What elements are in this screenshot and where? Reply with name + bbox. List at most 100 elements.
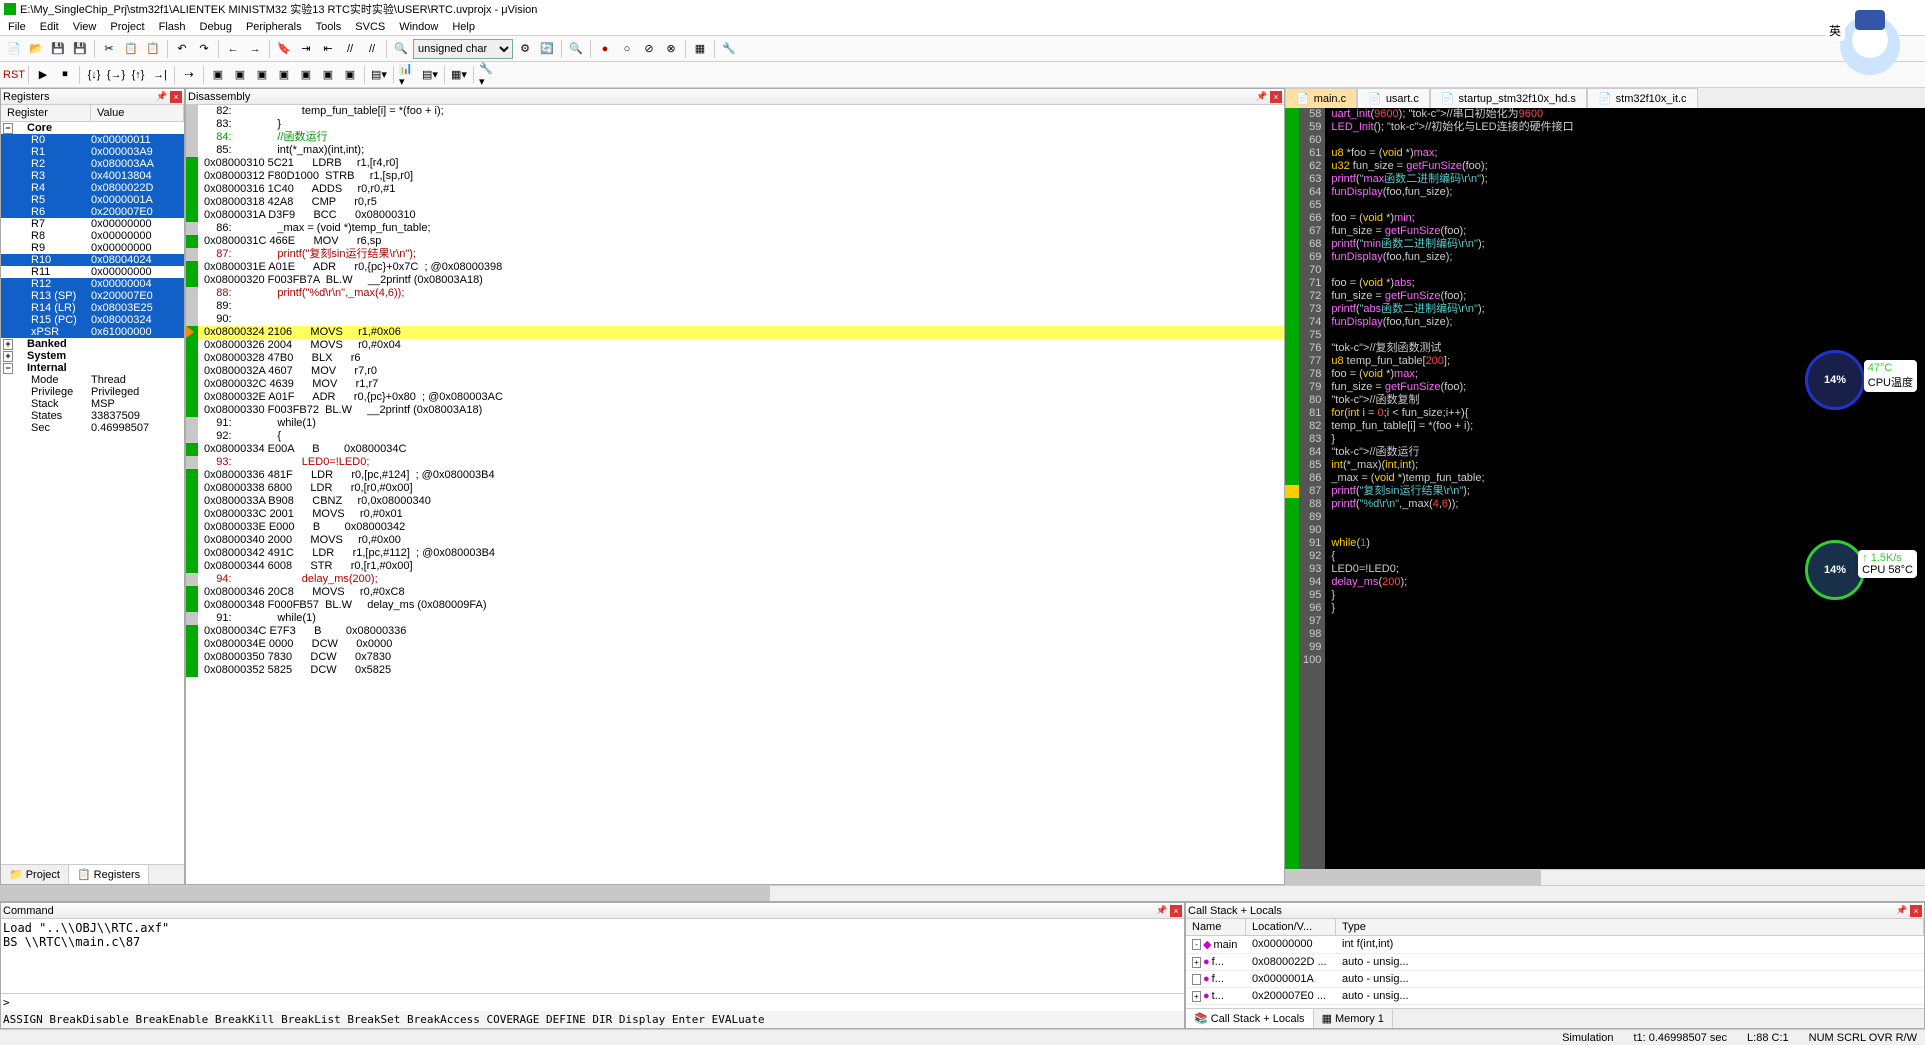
register-row[interactable]: R110x00000000: [1, 266, 184, 278]
run-to-cursor-icon[interactable]: →|: [150, 65, 170, 85]
callstack-body[interactable]: -◆main0x00000000int f(int,int)+●f...0x08…: [1186, 936, 1924, 1008]
save-icon[interactable]: 💾: [48, 39, 68, 59]
nav-back-icon[interactable]: ←: [223, 39, 243, 59]
copy-icon[interactable]: 📋: [121, 39, 141, 59]
source-tab[interactable]: 📄stm32f10x_it.c: [1587, 88, 1698, 108]
disasm-line[interactable]: 87: printf("复刻sin运行结果\r\n");: [186, 248, 1284, 261]
disasm-line[interactable]: 0x08000342 491C LDR r1,[pc,#112] ; @0x08…: [186, 547, 1284, 560]
close-icon[interactable]: ×: [1910, 905, 1922, 917]
disasm-line[interactable]: 0x08000316 1C40 ADDS r0,r0,#1: [186, 183, 1284, 196]
disassembly-body[interactable]: 82: temp_fun_table[i] = *(foo + i); 83: …: [186, 105, 1284, 884]
disasm-line[interactable]: 89:: [186, 300, 1284, 313]
register-row[interactable]: R13 (SP)0x200007E0: [1, 290, 184, 302]
disasm-line[interactable]: 94: delay_ms(200);: [186, 573, 1284, 586]
menu-tools[interactable]: Tools: [316, 21, 342, 33]
project-tab[interactable]: 📁Project: [1, 865, 69, 884]
analysis-win-icon[interactable]: 📊▾: [398, 65, 418, 85]
register-row[interactable]: R80x00000000: [1, 230, 184, 242]
source-tab[interactable]: 📄main.c: [1285, 88, 1357, 108]
h-scrollbar[interactable]: [0, 885, 1925, 901]
locals-row[interactable]: +●f...0x0800022D ...auto - unsig...: [1186, 954, 1924, 971]
menu-flash[interactable]: Flash: [159, 21, 186, 33]
registers-tree[interactable]: −CoreR00x00000011R10x000003A9R20x080003A…: [1, 122, 184, 864]
disasm-line[interactable]: 88: printf("%d\r\n",_max(4,6));: [186, 287, 1284, 300]
open-file-icon[interactable]: 📂: [26, 39, 46, 59]
undo-icon[interactable]: ↶: [172, 39, 192, 59]
breakpoint-toggle-icon[interactable]: ●: [595, 39, 615, 59]
command-input[interactable]: >: [1, 993, 1184, 1011]
bookmark-icon[interactable]: 🔖: [274, 39, 294, 59]
locals-row[interactable]: +●t...0x200007E0 ...auto - unsig...: [1186, 988, 1924, 1005]
register-row[interactable]: xPSR0x61000000: [1, 326, 184, 338]
menu-window[interactable]: Window: [399, 21, 438, 33]
pin-icon[interactable]: 📌: [1896, 905, 1908, 917]
disasm-line[interactable]: 92: {: [186, 430, 1284, 443]
disasm-line[interactable]: 86: _max = (void *)temp_fun_table;: [186, 222, 1284, 235]
disasm-line[interactable]: 0x08000344 6008 STR r0,[r1,#0x00]: [186, 560, 1284, 573]
disasm-line[interactable]: 0x0800031C 466E MOV r6,sp: [186, 235, 1284, 248]
register-row[interactable]: R100x08004024: [1, 254, 184, 266]
register-row[interactable]: R20x080003AA: [1, 158, 184, 170]
disasm-line[interactable]: 0x08000312 F80D1000 STRB r1,[sp,r0]: [186, 170, 1284, 183]
system-view-icon[interactable]: ▦▾: [449, 65, 469, 85]
register-group[interactable]: +System: [1, 350, 184, 362]
disasm-line[interactable]: 0x0800031A D3F9 BCC 0x08000310: [186, 209, 1284, 222]
disasm-line[interactable]: 0x08000320 F003FB7A BL.W __2printf (0x08…: [186, 274, 1284, 287]
locals-row[interactable]: -◆main0x00000000int f(int,int): [1186, 936, 1924, 954]
step-over-icon[interactable]: {→}: [106, 65, 126, 85]
registers-tab[interactable]: 📋Registers: [69, 865, 149, 884]
menu-edit[interactable]: Edit: [40, 21, 59, 33]
register-row[interactable]: R10x000003A9: [1, 146, 184, 158]
disasm-win-icon[interactable]: ▣: [230, 65, 250, 85]
run-icon[interactable]: ▶: [33, 65, 53, 85]
symbol-win-icon[interactable]: ▣: [252, 65, 272, 85]
debug-config-icon[interactable]: ⚙: [515, 39, 535, 59]
menu-svcs[interactable]: SVCS: [355, 21, 385, 33]
source-body[interactable]: 5859606162636465666768697071727374757677…: [1285, 108, 1925, 869]
reset-icon[interactable]: RST: [4, 65, 24, 85]
disasm-line[interactable]: 0x0800033C 2001 MOVS r0,#0x01: [186, 508, 1284, 521]
watch-type-combo[interactable]: unsigned char: [413, 39, 513, 59]
disasm-line[interactable]: 0x08000352 5825 DCW 0x5825: [186, 664, 1284, 677]
close-icon[interactable]: ×: [170, 91, 182, 103]
disasm-line[interactable]: 0x08000340 2000 MOVS r0,#0x00: [186, 534, 1284, 547]
source-tab[interactable]: 📄usart.c: [1357, 88, 1430, 108]
disasm-line[interactable]: 0x0800032E A01F ADR r0,{pc}+0x80 ; @0x08…: [186, 391, 1284, 404]
disasm-line[interactable]: 0x08000338 6800 LDR r0,[r0,#0x00]: [186, 482, 1284, 495]
source-tab[interactable]: 📄startup_stm32f10x_hd.s: [1430, 88, 1587, 108]
find-icon[interactable]: 🔍: [391, 39, 411, 59]
disasm-line[interactable]: 91: while(1): [186, 612, 1284, 625]
menu-debug[interactable]: Debug: [200, 21, 232, 33]
callstack-win-icon[interactable]: ▣: [296, 65, 316, 85]
refresh-icon[interactable]: 🔄: [537, 39, 557, 59]
disasm-line[interactable]: 0x0800034C E7F3 B 0x08000336: [186, 625, 1284, 638]
redo-icon[interactable]: ↷: [194, 39, 214, 59]
disasm-line[interactable]: 85: int(*_max)(int,int);: [186, 144, 1284, 157]
nav-fwd-icon[interactable]: →: [245, 39, 265, 59]
menu-file[interactable]: File: [8, 21, 26, 33]
pin-icon[interactable]: 📌: [1156, 905, 1168, 917]
trace-win-icon[interactable]: ▤▾: [420, 65, 440, 85]
pin-icon[interactable]: 📌: [156, 91, 168, 103]
disasm-line[interactable]: 0x0800033E E000 B 0x08000342: [186, 521, 1284, 534]
close-icon[interactable]: ×: [1170, 905, 1182, 917]
locals-row[interactable]: ●f...0x0000001Aauto - unsig...: [1186, 971, 1924, 988]
step-out-icon[interactable]: {↑}: [128, 65, 148, 85]
register-row[interactable]: R15 (PC)0x08000324: [1, 314, 184, 326]
memory-win-icon[interactable]: ▣: [340, 65, 360, 85]
window-layout-icon[interactable]: ▦: [690, 39, 710, 59]
save-all-icon[interactable]: 💾: [70, 39, 90, 59]
register-row[interactable]: R50x0000001A: [1, 194, 184, 206]
register-row[interactable]: R70x00000000: [1, 218, 184, 230]
disasm-line[interactable]: 0x08000324 2106 MOVS r1,#0x06: [186, 326, 1284, 339]
register-row[interactable]: R14 (LR)0x08003E25: [1, 302, 184, 314]
disasm-line[interactable]: 84: //函数运行: [186, 131, 1284, 144]
disasm-line[interactable]: 0x0800032A 4607 MOV r7,r0: [186, 365, 1284, 378]
disasm-line[interactable]: 82: temp_fun_table[i] = *(foo + i);: [186, 105, 1284, 118]
callstack-tab[interactable]: 📚Call Stack + Locals: [1186, 1009, 1314, 1028]
disasm-line[interactable]: 0x08000336 481F LDR r0,[pc,#124] ; @0x08…: [186, 469, 1284, 482]
disasm-line[interactable]: 0x0800033A B908 CBNZ r0,0x08000340: [186, 495, 1284, 508]
pin-icon[interactable]: 📌: [1256, 91, 1268, 103]
disasm-line[interactable]: 0x08000330 F003FB72 BL.W __2printf (0x08…: [186, 404, 1284, 417]
disasm-line[interactable]: 93: LED0=!LED0;: [186, 456, 1284, 469]
